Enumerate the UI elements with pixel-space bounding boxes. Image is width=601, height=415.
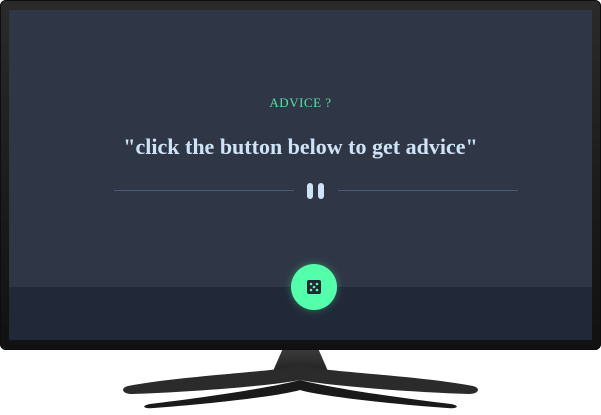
- divider-line-left: [114, 190, 294, 191]
- advice-title: ADVICE ?: [269, 95, 332, 110]
- advice-text: "click the button below to get advice": [123, 134, 478, 159]
- dice-icon: [307, 280, 321, 294]
- tv-stand-base: [123, 366, 478, 409]
- pause-bar-right: [318, 183, 324, 199]
- tv-bezel: ADVICE ? "click the button below to get …: [0, 0, 601, 350]
- get-advice-button[interactable]: [291, 264, 337, 310]
- pause-icon: [305, 183, 327, 199]
- divider-line-right: [338, 190, 518, 191]
- advice-card: ADVICE ? "click the button below to get …: [9, 10, 592, 340]
- tv-display: ADVICE ? "click the button below to get …: [0, 0, 601, 415]
- pause-bar-left: [307, 183, 313, 199]
- pattern-divider: [114, 181, 518, 201]
